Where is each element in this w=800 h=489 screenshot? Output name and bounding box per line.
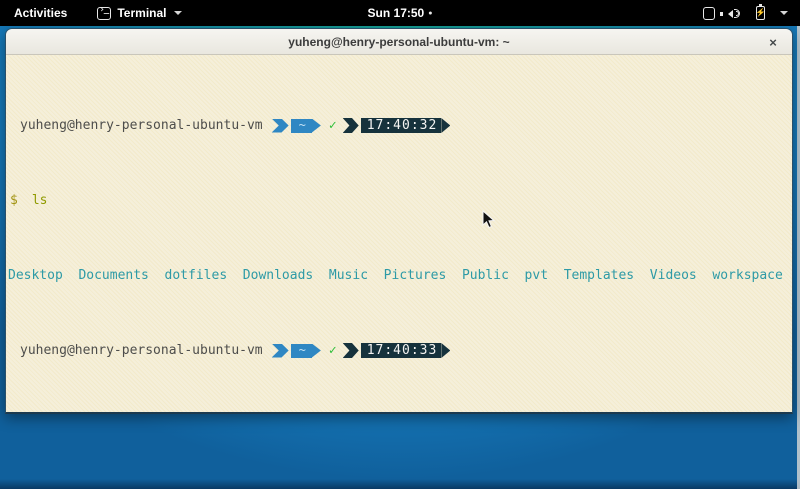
prompt-host: yuheng@henry-personal-ubuntu-vm <box>20 343 263 358</box>
powerline-chevron-dark-icon <box>343 118 359 133</box>
terminal-window: yuheng@henry-personal-ubuntu-vm: ~ × yuh… <box>5 28 793 414</box>
powerline-cwd-segment: ~ <box>291 119 312 133</box>
prompt-line-1: yuheng@henry-personal-ubuntu-vm ~ ✓ 17:4… <box>6 118 792 133</box>
desktop-screen: Activities Terminal Sun 17:50 ● ⚡ <box>0 0 800 489</box>
screen-icon <box>703 7 715 20</box>
status-check-icon: ✓ <box>329 343 337 358</box>
volume-icon <box>728 7 743 20</box>
typed-command: ls <box>32 193 48 208</box>
powerline-chevron-dark-icon <box>343 343 359 358</box>
ls-output: Desktop Documents dotfiles Downloads Mus… <box>6 268 792 283</box>
powerline-arrow-tip-icon <box>312 119 321 133</box>
app-menu-terminal[interactable]: Terminal <box>97 6 182 20</box>
battery-charging-icon: ⚡ <box>756 6 765 20</box>
powerline-arrow-tip-dark-icon <box>441 343 450 358</box>
powerline-chevron-icon <box>272 119 289 133</box>
powerline-arrow-tip-icon <box>312 344 321 358</box>
powerline-chevron-icon <box>272 344 289 358</box>
powerline-segments: ~ ✓ 17:40:32 <box>272 119 451 133</box>
activities-button[interactable]: Activities <box>10 4 71 22</box>
prompt-line-2: yuheng@henry-personal-ubuntu-vm ~ ✓ 17:4… <box>6 343 792 358</box>
gnome-top-bar: Activities Terminal Sun 17:50 ● ⚡ <box>0 0 800 26</box>
command-line: $ ls <box>6 193 792 208</box>
powerline-segments: ~ ✓ 17:40:33 <box>272 344 451 358</box>
terminal-body[interactable]: yuheng@henry-personal-ubuntu-vm ~ ✓ 17:4… <box>6 55 792 414</box>
powerline-time-segment: 17:40:33 <box>361 343 442 358</box>
powerline-cwd-segment: ~ <box>291 344 312 358</box>
chevron-down-icon <box>174 11 182 15</box>
prompt-symbol: $ <box>10 193 18 208</box>
terminal-app-icon <box>97 7 111 20</box>
terminal-titlebar[interactable]: yuheng@henry-personal-ubuntu-vm: ~ × <box>6 29 792 55</box>
app-menu-label: Terminal <box>117 6 166 20</box>
system-status-menu[interactable]: ⚡ <box>703 0 788 26</box>
system-menu-chevron-icon <box>780 11 788 15</box>
clock-label: Sun 17:50 <box>368 6 425 20</box>
close-icon[interactable]: × <box>764 33 782 51</box>
status-check-icon: ✓ <box>329 118 337 133</box>
clock-button[interactable]: Sun 17:50 ● <box>368 6 433 20</box>
notification-dot-icon: ● <box>428 10 432 17</box>
powerline-arrow-tip-dark-icon <box>441 118 450 133</box>
powerline-time-segment: 17:40:32 <box>361 118 442 133</box>
prompt-host: yuheng@henry-personal-ubuntu-vm <box>20 118 263 133</box>
window-title: yuheng@henry-personal-ubuntu-vm: ~ <box>288 35 509 49</box>
